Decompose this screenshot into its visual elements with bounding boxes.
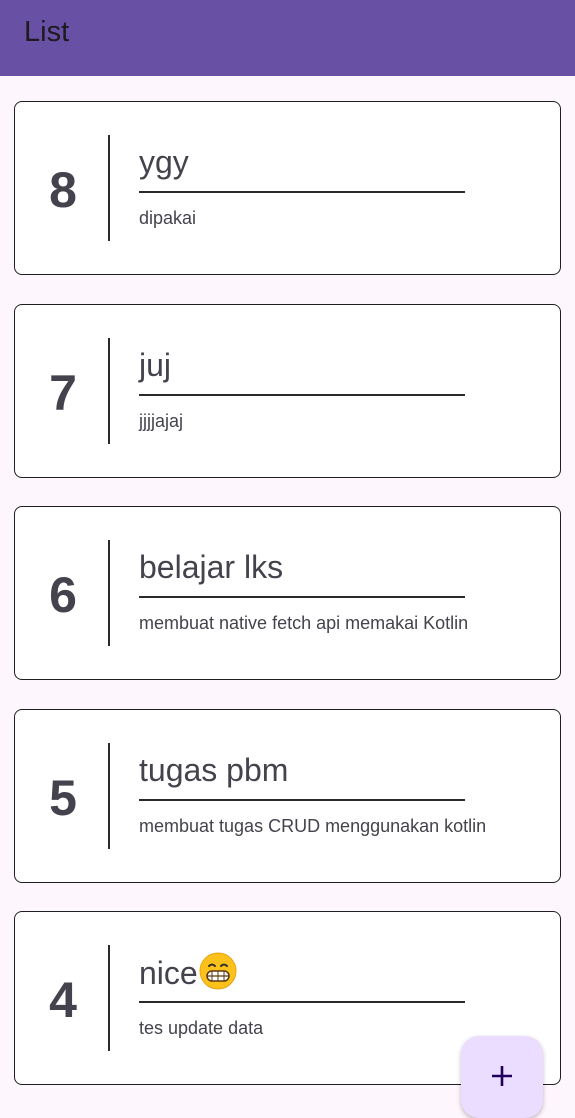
vertical-divider — [108, 135, 110, 241]
list-item-card[interactable]: 6 belajar lks membuat native fetch api m… — [14, 506, 561, 680]
list-item-card[interactable]: 7 juj jjjjajaj — [14, 304, 561, 478]
add-item-button[interactable] — [461, 1036, 543, 1118]
item-title: nice — [139, 955, 198, 991]
title-underline — [139, 191, 465, 193]
item-number: 7 — [49, 365, 77, 421]
app-title: List — [24, 16, 70, 48]
item-title: tugas pbm — [139, 752, 289, 788]
list-item-card[interactable]: 8 ygy dipakai — [14, 101, 561, 275]
list-item-card[interactable]: 5 tugas pbm membuat tugas CRUD menggunak… — [14, 709, 561, 883]
item-description: membuat native fetch api memakai Kotlin — [139, 613, 469, 633]
vertical-divider — [108, 945, 110, 1051]
item-description: jjjjajaj — [139, 411, 184, 431]
item-description: tes update data — [139, 1018, 264, 1038]
item-title: belajar lks — [139, 549, 284, 585]
title-underline — [139, 799, 465, 801]
item-number: 8 — [49, 162, 77, 218]
item-number: 6 — [49, 567, 77, 623]
item-description: dipakai — [139, 208, 197, 228]
title-underline — [139, 596, 465, 598]
item-number: 5 — [49, 770, 77, 826]
vertical-divider — [108, 338, 110, 444]
plus-icon — [492, 1066, 512, 1086]
item-title-row: nice — [139, 952, 237, 993]
item-number: 4 — [49, 972, 77, 1028]
vertical-divider — [108, 540, 110, 646]
grinning-face-emoji-icon — [199, 952, 237, 990]
vertical-divider — [108, 743, 110, 849]
title-underline — [139, 394, 465, 396]
item-title: juj — [139, 347, 172, 383]
item-description: membuat tugas CRUD menggunakan kotlin — [139, 816, 487, 836]
title-underline — [139, 1001, 465, 1003]
top-app-bar: List — [0, 0, 575, 76]
item-title: ygy — [139, 144, 189, 180]
